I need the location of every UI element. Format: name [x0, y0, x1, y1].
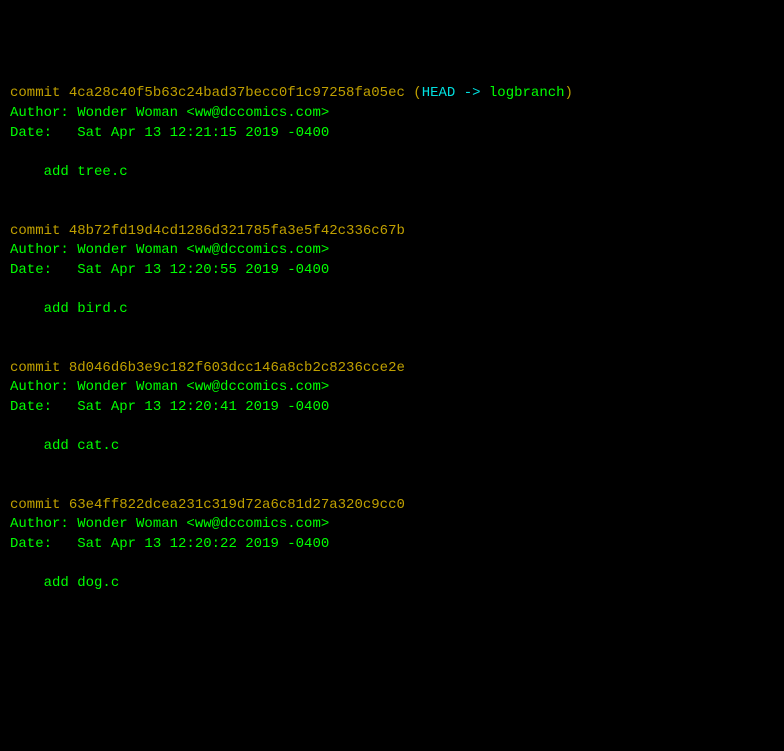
date-line: Date: Sat Apr 13 12:21:15 2019 -0400: [10, 125, 329, 141]
head-ref: (HEAD -> logbranch): [405, 85, 573, 101]
commit-hash: 63e4ff822dcea231c319d72a6c81d27a320c9cc0: [69, 497, 405, 513]
author-value: Wonder Woman <ww@dccomics.com>: [77, 379, 329, 395]
author-line: Author: Wonder Woman <ww@dccomics.com>: [10, 516, 329, 532]
commit-message: add bird.c: [10, 301, 128, 317]
date-value: Sat Apr 13 12:20:41 2019 -0400: [77, 399, 329, 415]
date-prefix: Date:: [10, 536, 77, 552]
date-value: Sat Apr 13 12:20:55 2019 -0400: [77, 262, 329, 278]
date-line: Date: Sat Apr 13 12:20:41 2019 -0400: [10, 399, 329, 415]
commit-hash: 8d046d6b3e9c182f603dcc146a8cb2c8236cce2e: [69, 360, 405, 376]
date-line: Date: Sat Apr 13 12:20:55 2019 -0400: [10, 262, 329, 278]
commit-message: add cat.c: [10, 438, 119, 454]
commit-line: commit 48b72fd19d4cd1286d321785fa3e5f42c…: [10, 223, 405, 239]
commit-prefix: commit: [10, 223, 69, 239]
date-line: Date: Sat Apr 13 12:20:22 2019 -0400: [10, 536, 329, 552]
commit-entry: commit 48b72fd19d4cd1286d321785fa3e5f42c…: [10, 222, 774, 340]
head-branch: logbranch: [489, 85, 565, 101]
date-value: Sat Apr 13 12:21:15 2019 -0400: [77, 125, 329, 141]
date-value: Sat Apr 13 12:20:22 2019 -0400: [77, 536, 329, 552]
commit-message: add tree.c: [10, 164, 128, 180]
commit-prefix: commit: [10, 360, 69, 376]
commit-hash: 4ca28c40f5b63c24bad37becc0f1c97258fa05ec: [69, 85, 405, 101]
commit-line: commit 4ca28c40f5b63c24bad37becc0f1c9725…: [10, 85, 405, 101]
author-line: Author: Wonder Woman <ww@dccomics.com>: [10, 379, 329, 395]
author-value: Wonder Woman <ww@dccomics.com>: [77, 242, 329, 258]
author-value: Wonder Woman <ww@dccomics.com>: [77, 105, 329, 121]
commit-prefix: commit: [10, 497, 69, 513]
date-prefix: Date:: [10, 399, 77, 415]
commit-message: add dog.c: [10, 575, 119, 591]
commit-line: commit 8d046d6b3e9c182f603dcc146a8cb2c82…: [10, 360, 405, 376]
date-prefix: Date:: [10, 125, 77, 141]
author-line: Author: Wonder Woman <ww@dccomics.com>: [10, 105, 329, 121]
commit-line: commit 63e4ff822dcea231c319d72a6c81d27a3…: [10, 497, 405, 513]
author-value: Wonder Woman <ww@dccomics.com>: [77, 516, 329, 532]
author-prefix: Author:: [10, 242, 77, 258]
author-prefix: Author:: [10, 516, 77, 532]
commit-entry: commit 8d046d6b3e9c182f603dcc146a8cb2c82…: [10, 359, 774, 477]
commit-hash: 48b72fd19d4cd1286d321785fa3e5f42c336c67b: [69, 223, 405, 239]
date-prefix: Date:: [10, 262, 77, 278]
commit-entry: commit 4ca28c40f5b63c24bad37becc0f1c9725…: [10, 84, 774, 202]
commit-prefix: commit: [10, 85, 69, 101]
git-log-output: commit 4ca28c40f5b63c24bad37becc0f1c9725…: [10, 65, 774, 614]
commit-entry: commit 63e4ff822dcea231c319d72a6c81d27a3…: [10, 496, 774, 614]
author-line: Author: Wonder Woman <ww@dccomics.com>: [10, 242, 329, 258]
author-prefix: Author:: [10, 105, 77, 121]
author-prefix: Author:: [10, 379, 77, 395]
